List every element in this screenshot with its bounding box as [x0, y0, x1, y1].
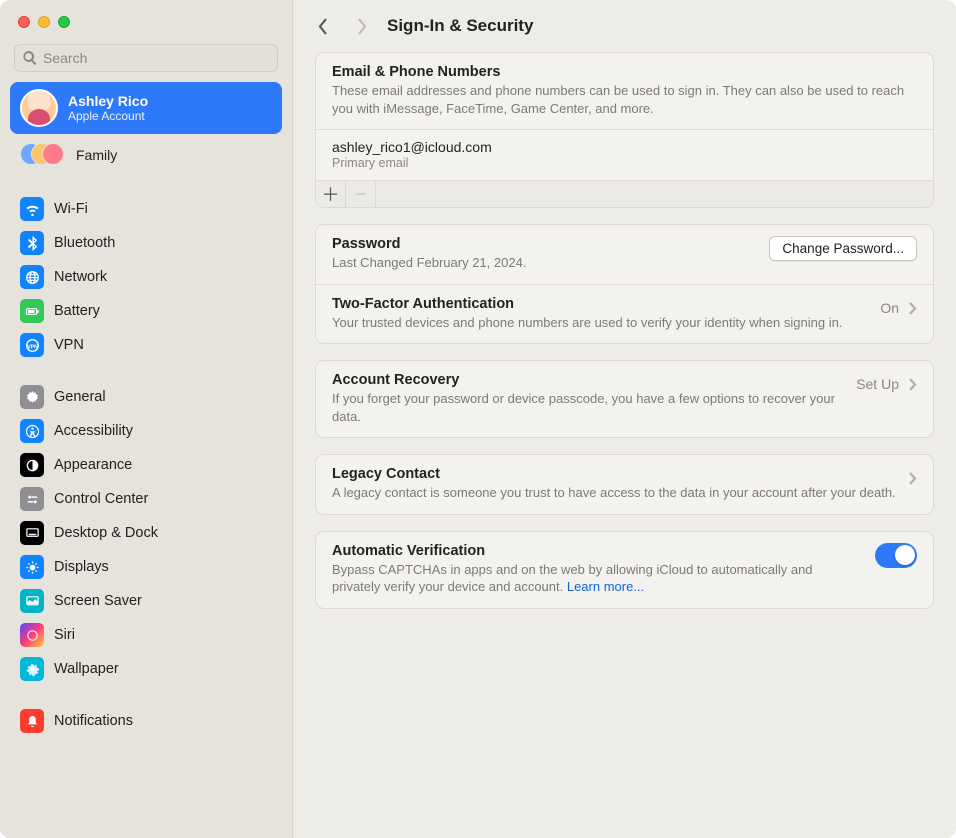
email-value: ashley_rico1@icloud.com	[332, 139, 917, 155]
email-phone-header: Email & Phone Numbers These email addres…	[316, 53, 933, 129]
legacy-contact-card: Legacy Contact A legacy contact is someo…	[315, 454, 934, 515]
password-row: Password Last Changed February 21, 2024.…	[316, 225, 933, 284]
sidebar-item-bluetooth[interactable]: Bluetooth	[10, 226, 282, 260]
remove-email-button: −	[346, 181, 376, 207]
sidebar-item-wallpaper[interactable]: Wallpaper	[10, 652, 282, 686]
email-phone-card: Email & Phone Numbers These email addres…	[315, 52, 934, 208]
settings-window: Ashley Rico Apple Account Family Wi-Fi B…	[0, 0, 956, 838]
maximize-window-button[interactable]	[58, 16, 70, 28]
sidebar-item-network[interactable]: Network	[10, 260, 282, 294]
learn-more-link[interactable]: Learn more...	[567, 579, 644, 594]
account-recovery-row[interactable]: Account Recovery If you forget your pass…	[316, 361, 933, 437]
desktop-dock-icon	[20, 521, 44, 545]
search-input[interactable]	[14, 44, 278, 72]
search-field-wrap	[14, 44, 278, 72]
siri-icon	[20, 623, 44, 647]
chevron-left-icon	[318, 18, 329, 35]
content-scroll[interactable]: Email & Phone Numbers These email addres…	[293, 48, 956, 838]
sidebar-item-apple-account[interactable]: Ashley Rico Apple Account	[10, 82, 282, 134]
chevron-right-icon	[909, 302, 917, 320]
wifi-icon	[20, 197, 44, 221]
minimize-window-button[interactable]	[38, 16, 50, 28]
sidebar-item-vpn[interactable]: VPN VPN	[10, 328, 282, 362]
sidebar-list[interactable]: Ashley Rico Apple Account Family Wi-Fi B…	[0, 82, 292, 838]
sidebar-item-notifications[interactable]: Notifications	[10, 704, 282, 738]
user-avatar	[20, 89, 58, 127]
main-panel: Sign-In & Security Email & Phone Numbers…	[293, 0, 956, 838]
sidebar-item-battery[interactable]: Battery	[10, 294, 282, 328]
appearance-icon	[20, 453, 44, 477]
sidebar-item-accessibility[interactable]: Accessibility	[10, 414, 282, 448]
sidebar-item-family[interactable]: Family	[10, 136, 282, 174]
wallpaper-icon	[20, 657, 44, 681]
email-phone-actions: ＋ −	[316, 180, 933, 207]
nav-forward-button	[349, 14, 373, 38]
gear-icon	[20, 385, 44, 409]
two-factor-status: On	[880, 300, 899, 316]
password-2fa-card: Password Last Changed February 21, 2024.…	[315, 224, 934, 344]
user-sub: Apple Account	[68, 109, 148, 123]
account-recovery-status: Set Up	[856, 376, 899, 392]
legacy-contact-row[interactable]: Legacy Contact A legacy contact is someo…	[316, 455, 933, 514]
header: Sign-In & Security	[293, 0, 956, 48]
vpn-icon: VPN	[20, 333, 44, 357]
email-sub: Primary email	[332, 156, 917, 170]
add-email-button[interactable]: ＋	[316, 181, 346, 207]
page-title: Sign-In & Security	[387, 16, 533, 36]
globe-icon	[20, 265, 44, 289]
search-icon	[22, 50, 38, 66]
auto-verification-toggle[interactable]	[875, 543, 917, 568]
two-factor-row[interactable]: Two-Factor Authentication Your trusted d…	[316, 284, 933, 344]
battery-icon	[20, 299, 44, 323]
family-label: Family	[76, 147, 117, 163]
screen-saver-icon	[20, 589, 44, 613]
sidebar-item-displays[interactable]: Displays	[10, 550, 282, 584]
accessibility-icon	[20, 419, 44, 443]
email-entry-row[interactable]: ashley_rico1@icloud.com Primary email	[316, 129, 933, 180]
chevron-right-icon	[356, 18, 367, 35]
family-avatars	[20, 143, 64, 167]
user-name: Ashley Rico	[68, 93, 148, 109]
auto-verification-card: Automatic Verification Bypass CAPTCHAs i…	[315, 531, 934, 609]
chevron-right-icon	[909, 472, 917, 490]
sidebar-item-control-center[interactable]: Control Center	[10, 482, 282, 516]
bell-icon	[20, 709, 44, 733]
sidebar-item-wifi[interactable]: Wi-Fi	[10, 192, 282, 226]
displays-icon	[20, 555, 44, 579]
sidebar: Ashley Rico Apple Account Family Wi-Fi B…	[0, 0, 293, 838]
window-controls	[0, 0, 292, 28]
control-center-icon	[20, 487, 44, 511]
account-recovery-card: Account Recovery If you forget your pass…	[315, 360, 934, 438]
close-window-button[interactable]	[18, 16, 30, 28]
sidebar-item-desktop-dock[interactable]: Desktop & Dock	[10, 516, 282, 550]
sidebar-item-screen-saver[interactable]: Screen Saver	[10, 584, 282, 618]
sidebar-item-appearance[interactable]: Appearance	[10, 448, 282, 482]
sidebar-item-siri[interactable]: Siri	[10, 618, 282, 652]
sidebar-item-general[interactable]: General	[10, 380, 282, 414]
change-password-button[interactable]: Change Password...	[769, 236, 917, 261]
chevron-right-icon	[909, 378, 917, 396]
svg-text:VPN: VPN	[27, 344, 38, 350]
auto-verification-row: Automatic Verification Bypass CAPTCHAs i…	[316, 532, 933, 608]
nav-back-button[interactable]	[311, 14, 335, 38]
bluetooth-icon	[20, 231, 44, 255]
